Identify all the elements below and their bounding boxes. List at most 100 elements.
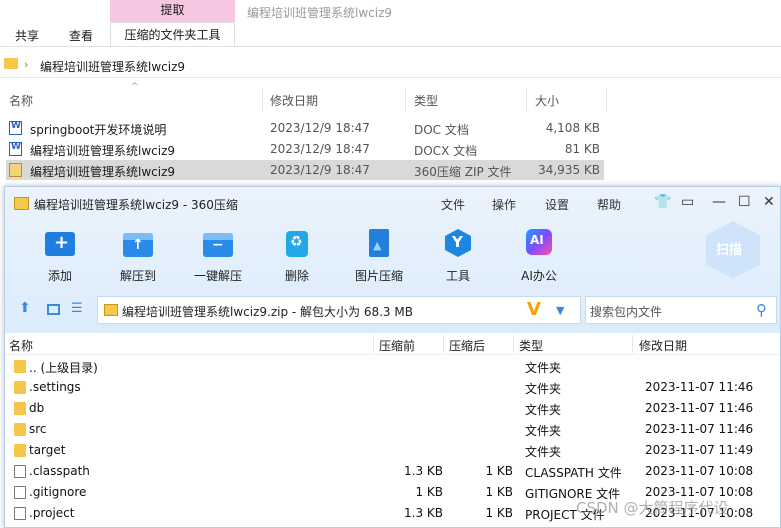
list-item[interactable]: src 文件夹 2023-11-07 11:46: [5, 419, 780, 440]
file-size: 81 KB: [564, 142, 600, 156]
item-name: .gitignore: [29, 485, 87, 499]
arrow-up-icon[interactable]: ⬆: [19, 300, 31, 316]
file-date: 2023/12/9 18:47: [270, 163, 370, 177]
item-name: db: [29, 401, 45, 415]
extract-to-label: 解压到: [119, 269, 156, 283]
item-type: 文件夹: [525, 361, 562, 375]
chevron-down-icon[interactable]: ▼: [556, 304, 564, 317]
list-item[interactable]: .settings 文件夹 2023-11-07 11:46: [5, 377, 780, 398]
file-size: 4,108 KB: [545, 121, 600, 135]
tools-icon: [443, 229, 473, 257]
folder-icon: [4, 58, 18, 69]
zip-archive-icon: [9, 163, 22, 177]
skin-icon[interactable]: 👕: [654, 194, 671, 210]
extract-to-icon: ↑: [123, 229, 153, 257]
item-name: src: [29, 422, 47, 436]
item-type: 文件夹: [525, 445, 562, 459]
add-button[interactable]: 添加: [25, 229, 95, 283]
column-divider[interactable]: [373, 335, 374, 353]
file-date: 2023/12/9 18:47: [270, 142, 370, 156]
ai-office-button[interactable]: AI办公: [504, 229, 574, 283]
folder-icon: [14, 423, 26, 436]
zip-toolbar-area: 编程培训班管理系统lwciz9 - 360压缩 文件 操作 设置 帮助 👕 ▭ …: [5, 187, 780, 333]
word-docx-icon: [9, 142, 22, 156]
column-divider[interactable]: [443, 335, 444, 353]
column-divider[interactable]: [526, 88, 527, 112]
item-size-before: 1 KB: [415, 485, 443, 499]
column-divider[interactable]: [262, 88, 263, 112]
scan-button[interactable]: 扫描: [706, 221, 760, 279]
zip-window-title: 编程培训班管理系统lwciz9 - 360压缩: [34, 198, 238, 212]
file-row[interactable]: springboot开发环境说明 2023/12/9 18:47 DOC 文档 …: [6, 118, 604, 138]
menu-settings[interactable]: 设置: [545, 196, 569, 213]
column-size[interactable]: 大小: [535, 92, 559, 109]
tab-share[interactable]: 共享: [15, 27, 39, 44]
column-date[interactable]: 修改日期: [639, 337, 687, 354]
menu-file[interactable]: 文件: [441, 196, 465, 213]
file-icon: [14, 465, 26, 478]
context-tab-extract[interactable]: 提取: [110, 0, 235, 22]
tools-button[interactable]: 工具: [423, 229, 493, 283]
file-name: springboot开发环境说明: [30, 123, 167, 137]
tab-view[interactable]: 查看: [69, 27, 93, 44]
search-icon[interactable]: ⚲: [756, 301, 767, 319]
list-item[interactable]: .. (上级目录) 文件夹: [5, 356, 780, 377]
search-input[interactable]: 搜索包内文件 ⚲: [585, 296, 777, 324]
image-compress-button[interactable]: 图片压缩: [344, 229, 414, 283]
trash-icon: [282, 229, 312, 257]
column-divider[interactable]: [632, 335, 633, 353]
file-date: 2023/12/9 18:47: [270, 121, 370, 135]
csdn-watermark: CSDN @大筒程序代设: [576, 499, 729, 517]
item-name: .. (上级目录): [29, 361, 98, 375]
add-label: 添加: [47, 269, 72, 283]
item-date: 2023-11-07 11:49: [645, 443, 754, 457]
zip-nav-bar: ⬆ ☰ 编程培训班管理系统lwciz9.zip - 解包大小为 68.3 MB …: [5, 294, 780, 326]
column-before[interactable]: 压缩前: [379, 337, 415, 354]
file-type: 360压缩 ZIP 文件: [414, 165, 512, 179]
column-after[interactable]: 压缩后: [449, 337, 485, 354]
file-row-selected[interactable]: 编程培训班管理系统lwciz9 2023/12/9 18:47 360压缩 ZI…: [6, 160, 604, 180]
item-name: .settings: [29, 380, 81, 394]
list-item[interactable]: target 文件夹 2023-11-07 11:49: [5, 440, 780, 461]
folder-icon: [14, 402, 26, 415]
ai-icon: [524, 229, 554, 257]
file-row[interactable]: 编程培训班管理系统lwciz9 2023/12/9 18:47 DOCX 文档 …: [6, 139, 604, 159]
column-divider[interactable]: [513, 335, 514, 353]
column-divider[interactable]: [606, 88, 607, 112]
minimize-icon[interactable]: —: [712, 194, 726, 210]
column-name[interactable]: 名称: [9, 92, 33, 109]
close-icon[interactable]: ✕: [763, 194, 775, 210]
menu-help[interactable]: 帮助: [597, 196, 621, 213]
column-date[interactable]: 修改日期: [270, 92, 318, 109]
zip-path-bar[interactable]: 编程培训班管理系统lwciz9.zip - 解包大小为 68.3 MB V ▼: [97, 296, 581, 324]
column-divider[interactable]: [405, 88, 406, 112]
folder-icon: [14, 381, 26, 394]
folder-icon: [14, 360, 26, 373]
column-type[interactable]: 类型: [414, 92, 438, 109]
view-list-icon[interactable]: ☰: [71, 301, 83, 316]
item-name: target: [29, 443, 66, 457]
image-compress-label: 图片压缩: [354, 269, 403, 283]
view-thumbnail-icon[interactable]: [47, 304, 60, 315]
zip-path-text: 编程培训班管理系统lwciz9.zip - 解包大小为 68.3 MB: [122, 305, 413, 319]
zip-app-icon: [14, 197, 29, 210]
feedback-icon[interactable]: ▭: [681, 194, 694, 210]
maximize-icon[interactable]: ☐: [738, 194, 751, 210]
list-item[interactable]: db 文件夹 2023-11-07 11:46: [5, 398, 780, 419]
chevron-right-icon[interactable]: ›: [24, 58, 28, 71]
column-name[interactable]: 名称: [9, 337, 33, 354]
address-path[interactable]: 编程培训班管理系统lwciz9: [40, 58, 185, 75]
list-item[interactable]: .classpath 1.3 KB 1 KB CLASSPATH 文件 2023…: [5, 461, 780, 482]
address-bar[interactable]: › 编程培训班管理系统lwciz9: [0, 54, 781, 78]
item-size-before: 1.3 KB: [404, 464, 443, 478]
item-date: 2023-11-07 10:08: [645, 464, 754, 478]
menu-operate[interactable]: 操作: [492, 196, 516, 213]
tab-compressed-folder-tools[interactable]: 压缩的文件夹工具: [110, 22, 235, 46]
file-icon: [14, 486, 26, 499]
one-click-extract-button[interactable]: − 一键解压: [183, 229, 253, 283]
column-type[interactable]: 类型: [519, 337, 543, 354]
delete-button[interactable]: 删除: [262, 229, 332, 283]
v-logo-icon[interactable]: V: [527, 299, 541, 320]
ai-office-label: AI办公: [521, 269, 557, 283]
extract-to-button[interactable]: ↑ 解压到: [103, 229, 173, 283]
